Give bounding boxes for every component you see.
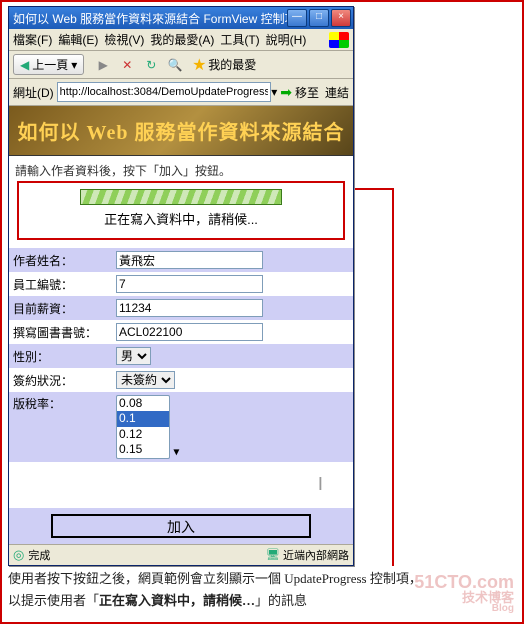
page-content: 如何以 Web 服務當作資料來源結合 請輸入作者資料後，按下「加入」按鈕。 正在… [9, 106, 353, 544]
author-name-input[interactable] [116, 251, 263, 269]
stop-button[interactable]: ✕ [118, 56, 136, 74]
emp-no-label: 員工編號： [9, 272, 112, 296]
menu-file[interactable]: 檔案(F) [13, 31, 52, 48]
author-name-label: 作者姓名： [9, 248, 112, 272]
forward-button[interactable]: ▶ [94, 56, 112, 74]
back-label: 上一頁 [32, 56, 68, 73]
titlebar: 如何以 Web 服務當作資料來源結合 FormView 控制項新增... — □… [9, 7, 353, 29]
maximize-button[interactable]: □ [309, 9, 329, 27]
refresh-button[interactable]: ↻ [142, 56, 160, 74]
menu-tools[interactable]: 工具(T) [220, 31, 259, 48]
text-cursor-area[interactable]: Ⅰ [9, 462, 353, 508]
gender-label: 性別： [9, 344, 112, 368]
go-label[interactable]: 移至 [295, 84, 319, 101]
status-done: 完成 [28, 547, 50, 563]
windows-flag-icon [329, 32, 349, 48]
progress-bar [80, 189, 282, 205]
search-button[interactable]: 🔍 [166, 56, 184, 74]
salary-input[interactable] [116, 299, 263, 317]
contract-select[interactable]: 未簽約 [116, 371, 175, 389]
done-icon: ◎ [13, 547, 24, 563]
form-table: 作者姓名： 員工編號： 目前薪資： 撰寫圖書書號： 性別： 男 [9, 248, 353, 544]
update-progress-panel: 正在寫入資料中，請稍候... [17, 181, 345, 240]
royalty-label: 版稅率： [9, 392, 112, 462]
links-label[interactable]: 連結 [325, 84, 349, 101]
menu-favorites[interactable]: 我的最愛(A) [150, 31, 214, 48]
menubar: 檔案(F) 編輯(E) 檢視(V) 我的最愛(A) 工具(T) 說明(H) [9, 29, 353, 51]
gender-select[interactable]: 男 [116, 347, 151, 365]
address-bar: 網址(D) ▾ ➡ 移至 連結 [9, 79, 353, 106]
star-icon: ★ [190, 56, 208, 74]
salary-label: 目前薪資： [9, 296, 112, 320]
status-zone: 近端內部網路 [283, 547, 349, 563]
minimize-button[interactable]: — [287, 9, 307, 27]
toolbar: ◀ 上一頁 ▾ ▶ ✕ ↻ 🔍 ★ 我的最愛 [9, 51, 353, 79]
instruction-text: 請輸入作者資料後，按下「加入」按鈕。 [9, 156, 353, 181]
back-arrow-icon: ◀ [20, 58, 29, 72]
chevron-down-icon: ▾ [173, 445, 179, 459]
address-label: 網址(D) [13, 84, 54, 101]
browser-window: 如何以 Web 服務當作資料來源結合 FormView 控制項新增... — □… [8, 6, 354, 566]
url-input[interactable] [57, 82, 272, 102]
menu-help[interactable]: 說明(H) [266, 31, 307, 48]
close-button[interactable]: × [331, 9, 351, 27]
back-button[interactable]: ◀ 上一頁 ▾ [13, 54, 84, 75]
progress-text: 正在寫入資料中，請稍候... [23, 209, 339, 228]
dropdown-icon[interactable]: ▾ [271, 85, 277, 99]
book-no-input[interactable] [116, 323, 263, 341]
status-bar: ◎ 完成 🖥 近端內部網路 [9, 544, 353, 565]
emp-no-input[interactable] [116, 275, 263, 293]
royalty-listbox[interactable]: 0.08 0.1 0.12 0.15 [116, 395, 170, 459]
zone-icon: 🖥 [266, 548, 280, 561]
book-no-label: 撰寫圖書書號： [9, 320, 112, 344]
window-title: 如何以 Web 服務當作資料來源結合 FormView 控制項新增... [13, 10, 287, 27]
go-arrow-icon[interactable]: ➡ [280, 84, 292, 101]
menu-view[interactable]: 檢視(V) [104, 31, 144, 48]
page-banner: 如何以 Web 服務當作資料來源結合 [9, 106, 353, 156]
add-button[interactable]: 加入 [51, 514, 311, 538]
chevron-down-icon: ▾ [71, 58, 77, 72]
menu-edit[interactable]: 編輯(E) [58, 31, 98, 48]
favorites-label[interactable]: 我的最愛 [208, 56, 256, 73]
contract-label: 簽約狀況： [9, 368, 112, 392]
watermark: 51CTO.com 技术博客 Blog [414, 573, 514, 614]
